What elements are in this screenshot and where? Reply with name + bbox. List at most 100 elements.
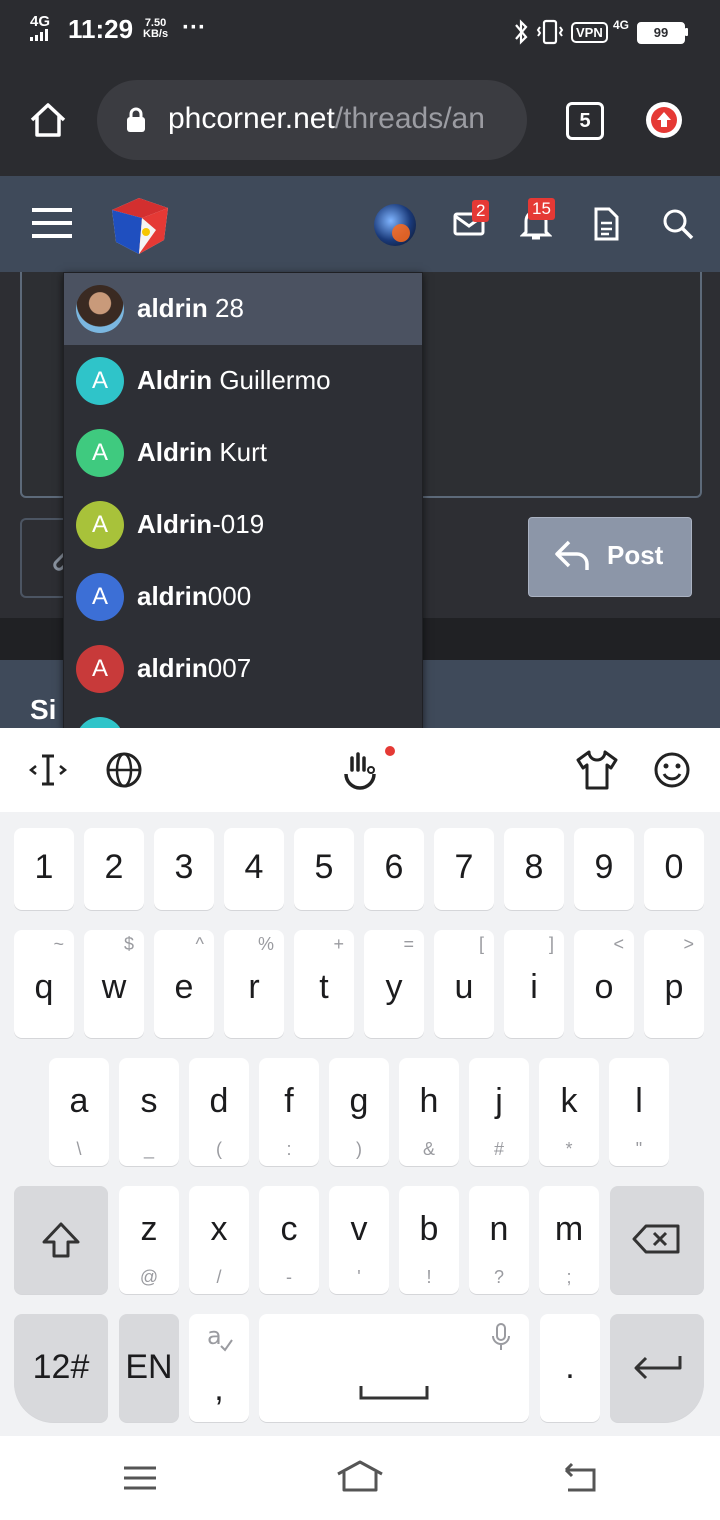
- key-label: 3: [174, 848, 194, 886]
- key-k[interactable]: k *: [539, 1058, 599, 1166]
- messages-badge: 2: [472, 200, 490, 222]
- key-label: y: [385, 968, 403, 1006]
- key-h[interactable]: h &: [399, 1058, 459, 1166]
- key-e[interactable]: e ^: [154, 930, 214, 1038]
- key-secondary-label: -: [286, 1267, 292, 1287]
- signal-indicator: 4G: [30, 14, 52, 44]
- key-7[interactable]: 7: [434, 828, 494, 910]
- document-icon[interactable]: [592, 206, 620, 242]
- key-label: f: [284, 1082, 294, 1120]
- tab-switcher-button[interactable]: 5: [566, 102, 604, 140]
- key-q[interactable]: q ~: [14, 930, 74, 1038]
- key-s[interactable]: s _: [119, 1058, 179, 1166]
- key-w[interactable]: w $: [84, 930, 144, 1038]
- mention-username: Aldrin Guillermo: [137, 365, 331, 396]
- search-icon[interactable]: [660, 206, 696, 242]
- touchpal-logo-icon[interactable]: [338, 744, 402, 796]
- key-9[interactable]: 9: [574, 828, 634, 910]
- mention-match-text: aldrin: [137, 293, 208, 323]
- user-avatar[interactable]: [374, 204, 416, 246]
- key-f[interactable]: f:: [259, 1058, 319, 1166]
- key-label: g: [349, 1082, 369, 1120]
- key-a[interactable]: a \: [49, 1058, 109, 1166]
- key-l[interactable]: l ": [609, 1058, 669, 1166]
- key-secondary-label: ^: [195, 934, 204, 954]
- key-j[interactable]: j #: [469, 1058, 529, 1166]
- key-label: r: [248, 968, 260, 1006]
- key-r[interactable]: r%: [224, 930, 284, 1038]
- space-key[interactable]: [259, 1314, 529, 1422]
- key-label: v: [350, 1210, 368, 1248]
- language-key[interactable]: EN: [119, 1314, 179, 1422]
- mention-item[interactable]: A Aldrin Guillermo: [64, 345, 422, 417]
- network-type: 4G: [613, 18, 630, 32]
- post-button[interactable]: Post: [528, 517, 692, 597]
- key-4[interactable]: 4: [224, 828, 284, 910]
- microphone-icon: [492, 1323, 510, 1350]
- mention-username: aldrin007: [137, 653, 251, 684]
- mention-item[interactable]: Aaldrin007: [64, 633, 422, 705]
- key-o[interactable]: o <: [574, 930, 634, 1038]
- network-speed: 7.50 KB/s: [143, 18, 168, 40]
- url-text[interactable]: phcorner.net/threads/an: [168, 102, 514, 136]
- mention-item[interactable]: aldrin 28: [64, 273, 422, 345]
- globe-icon[interactable]: [104, 750, 144, 790]
- shift-key[interactable]: [14, 1186, 108, 1294]
- back-nav-icon[interactable]: [560, 1460, 600, 1496]
- emoji-icon[interactable]: [652, 750, 692, 790]
- key-label: u: [454, 968, 474, 1006]
- key-x[interactable]: x /: [189, 1186, 249, 1294]
- home-icon[interactable]: [28, 100, 68, 140]
- enter-key[interactable]: [610, 1314, 704, 1422]
- key-y[interactable]: y =: [364, 930, 424, 1038]
- key-c[interactable]: c-: [259, 1186, 319, 1294]
- key-6[interactable]: 6: [364, 828, 424, 910]
- recents-menu-icon[interactable]: [120, 1464, 160, 1494]
- key-m[interactable]: m;: [539, 1186, 599, 1294]
- key-b[interactable]: b!: [399, 1186, 459, 1294]
- symbols-key[interactable]: 12#: [14, 1314, 108, 1422]
- key-secondary-label: ): [356, 1139, 362, 1159]
- key-p[interactable]: p >: [644, 930, 704, 1038]
- mention-match-text: aldrin: [137, 653, 208, 683]
- phcorner-logo[interactable]: [106, 192, 172, 258]
- key-u[interactable]: u[: [434, 930, 494, 1038]
- key-2[interactable]: 2: [84, 828, 144, 910]
- mention-username: aldrin 28: [137, 293, 244, 324]
- hamburger-menu-icon[interactable]: [32, 206, 72, 242]
- mention-item[interactable]: Aaldrin000: [64, 561, 422, 633]
- key-0[interactable]: 0: [644, 828, 704, 910]
- more-notifications-icon: ···: [182, 14, 206, 41]
- mention-avatar: A: [76, 429, 124, 477]
- key-z[interactable]: z @: [119, 1186, 179, 1294]
- comma-key[interactable]: ,a: [189, 1314, 249, 1422]
- cursor-control-icon[interactable]: [28, 750, 68, 790]
- key-d[interactable]: d(: [189, 1058, 249, 1166]
- theme-shirt-icon[interactable]: [574, 748, 620, 792]
- backspace-key[interactable]: [610, 1186, 704, 1294]
- key-label: j: [495, 1082, 503, 1120]
- home-nav-icon[interactable]: [334, 1458, 386, 1498]
- clock: 11:29: [68, 14, 134, 44]
- key-label: 0: [664, 848, 684, 886]
- mention-avatar: A: [76, 357, 124, 405]
- lock-icon: [127, 107, 145, 132]
- key-n[interactable]: n?: [469, 1186, 529, 1294]
- key-1[interactable]: 1: [14, 828, 74, 910]
- key-label: n: [489, 1210, 509, 1248]
- key-t[interactable]: t +: [294, 930, 354, 1038]
- mention-username: Aldrin-019: [137, 509, 264, 540]
- key-5[interactable]: 5: [294, 828, 354, 910]
- signal-label: 4G: [30, 13, 51, 30]
- key-i[interactable]: i]: [504, 930, 564, 1038]
- mention-avatar: A: [76, 501, 124, 549]
- mention-item[interactable]: [64, 705, 422, 729]
- mention-item[interactable]: A Aldrin-019: [64, 489, 422, 561]
- key-g[interactable]: g): [329, 1058, 389, 1166]
- key-v[interactable]: v ': [329, 1186, 389, 1294]
- period-key[interactable]: .: [540, 1314, 600, 1422]
- key-3[interactable]: 3: [154, 828, 214, 910]
- mention-item[interactable]: A Aldrin Kurt: [64, 417, 422, 489]
- update-button[interactable]: [646, 102, 682, 138]
- key-8[interactable]: 8: [504, 828, 564, 910]
